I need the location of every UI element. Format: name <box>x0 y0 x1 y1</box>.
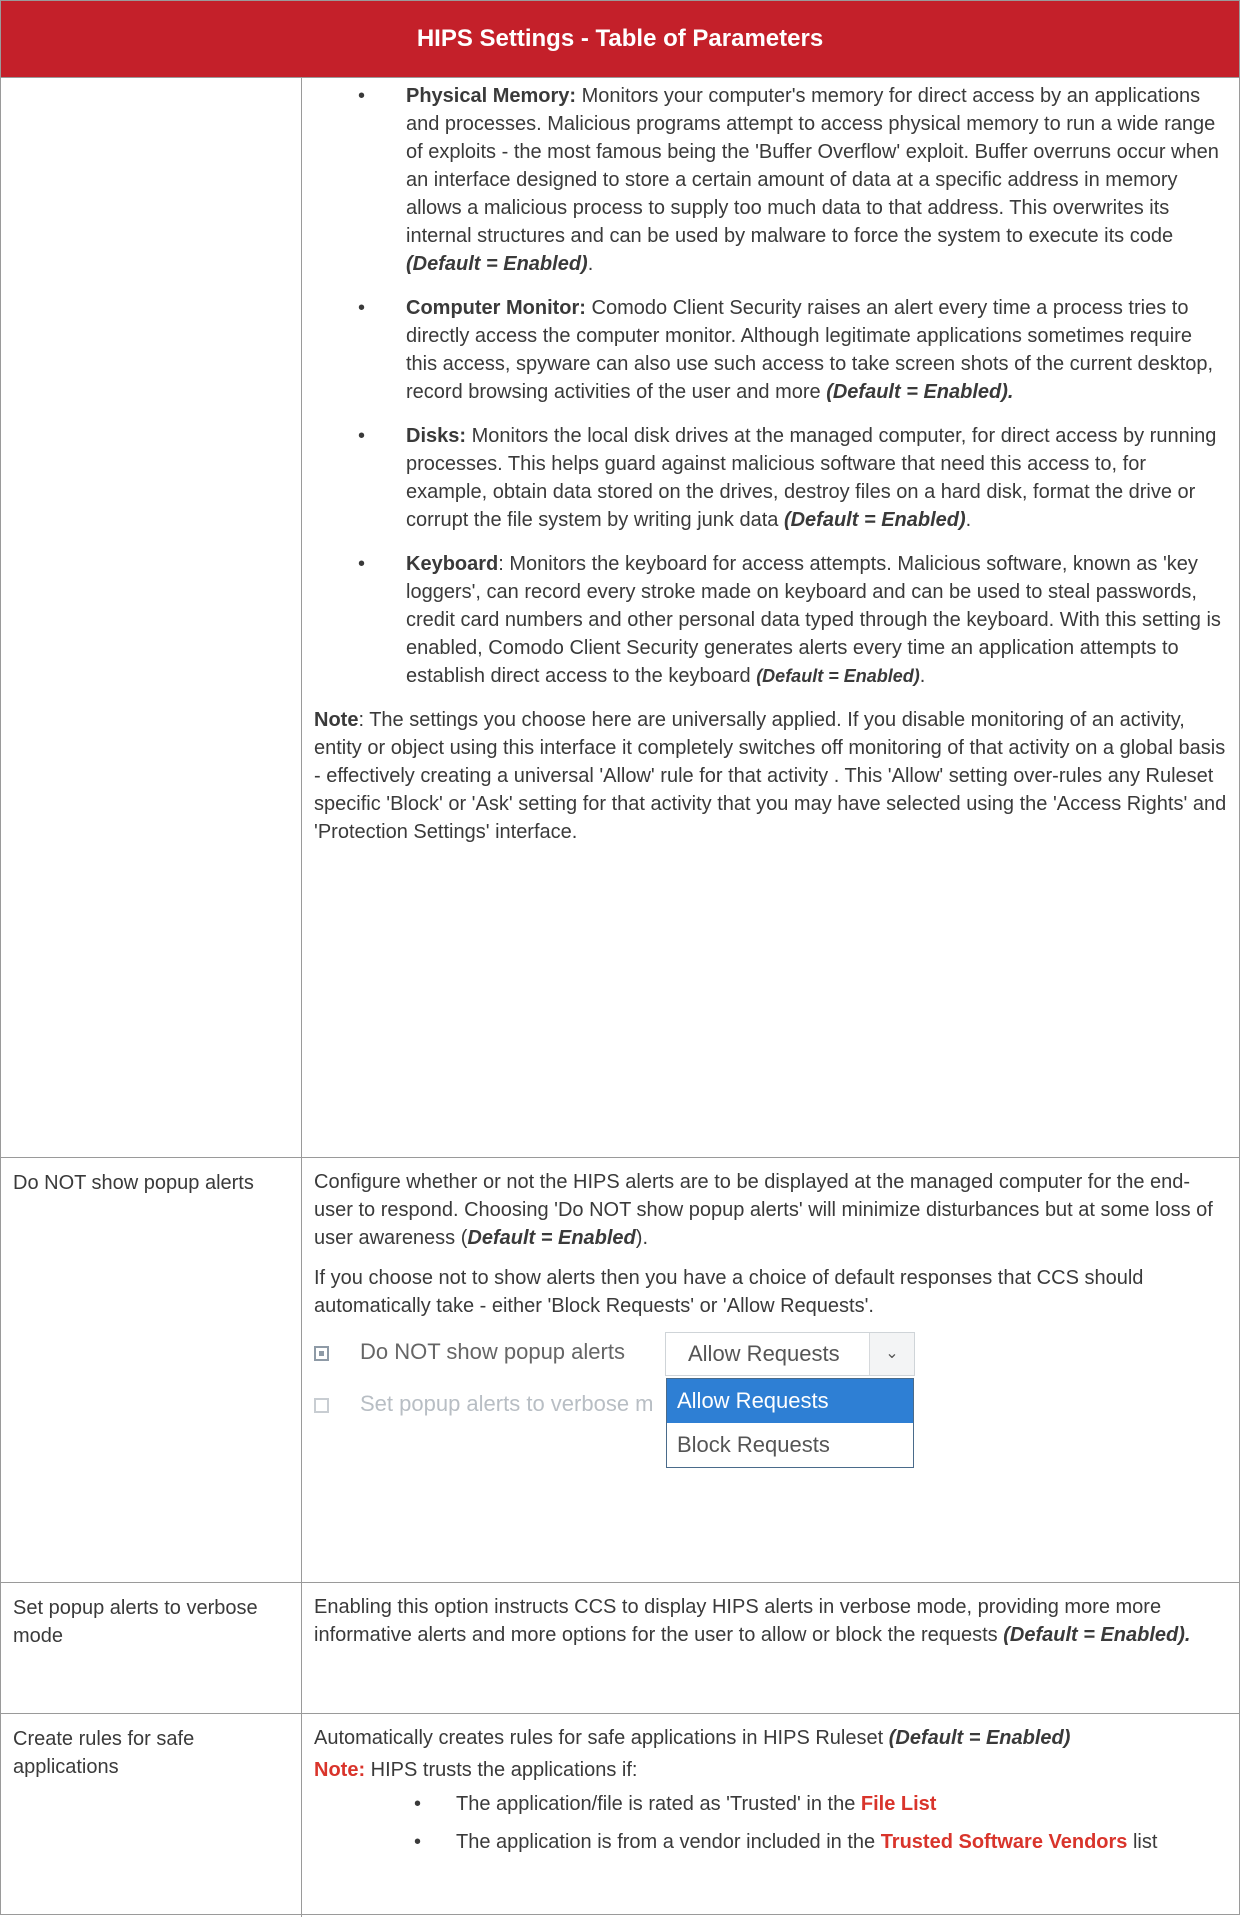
default-value: (Default = Enabled). <box>1003 1624 1191 1646</box>
table-row: Create rules for safe applications Autom… <box>1 1714 1239 1917</box>
trusted-vendors-link[interactable]: Trusted Software Vendors <box>881 1831 1128 1853</box>
bullet-term: Disks: <box>406 425 467 447</box>
note-label: Note: <box>314 1759 366 1781</box>
option-allow-requests[interactable]: Allow Requests <box>667 1379 913 1423</box>
table-header: HIPS Settings - Table of Parameters <box>1 1 1239 78</box>
row-label: Create rules for safe applications <box>13 1728 195 1778</box>
note-paragraph: Note: The settings you choose here are u… <box>314 706 1227 846</box>
bullet-list: Physical Memory: Monitors your computer'… <box>314 82 1227 690</box>
bullet-list: The application/file is rated as 'Truste… <box>314 1790 1227 1856</box>
bullet-tail: . <box>965 509 972 531</box>
row-description-cell: Configure whether or not the HIPS alerts… <box>302 1158 1239 1582</box>
file-list-link[interactable]: File List <box>861 1793 937 1815</box>
response-dropdown-menu: Allow Requests Block Requests <box>666 1378 914 1468</box>
row-label-cell: Set popup alerts to verbose mode <box>1 1583 302 1713</box>
bullet-term: Computer Monitor: <box>406 297 586 319</box>
parameters-table: HIPS Settings - Table of Parameters Phys… <box>0 0 1240 1917</box>
list-item: The application is from a vendor include… <box>314 1828 1227 1856</box>
row-label-cell: Create rules for safe applications <box>1 1714 302 1917</box>
table-row: Physical Memory: Monitors your computer'… <box>1 78 1239 1158</box>
row-description-cell: Automatically creates rules for safe app… <box>302 1714 1239 1917</box>
row-label-cell <box>1 78 302 1157</box>
list-item: Physical Memory: Monitors your computer'… <box>314 82 1227 278</box>
list-text: The application/file is rated as 'Truste… <box>456 1793 861 1815</box>
bullet-tail: . <box>587 253 594 275</box>
default-value: (Default = Enabled) <box>783 509 966 531</box>
default-value: (Default = Enabled). <box>826 381 1014 403</box>
description-tail: ). <box>635 1227 648 1249</box>
description-paragraph: Automatically creates rules for safe app… <box>314 1724 1227 1752</box>
list-item: The application/file is rated as 'Truste… <box>314 1790 1227 1818</box>
description-text: If you choose not to show alerts then yo… <box>314 1267 1144 1317</box>
description-text: Automatically creates rules for safe app… <box>314 1727 889 1749</box>
select-value: Allow Requests <box>688 1341 840 1366</box>
bullet-term: Keyboard <box>406 553 499 575</box>
row-label: Do NOT show popup alerts <box>13 1172 254 1194</box>
bullet-text: Monitors your computer's memory for dire… <box>406 85 1219 247</box>
row-description-cell: Enabling this option instructs CCS to di… <box>302 1583 1239 1713</box>
popup-alerts-screenshot: Do NOT show popup alerts Set popup alert… <box>314 1332 934 1502</box>
table-title: HIPS Settings - Table of Parameters <box>416 25 824 52</box>
description-paragraph: Enabling this option instructs CCS to di… <box>314 1593 1227 1649</box>
verbose-mode-checkbox-label: Set popup alerts to verbose m <box>360 1391 654 1416</box>
table-row: Do NOT show popup alerts Configure wheth… <box>1 1158 1239 1583</box>
bullet-tail: . <box>919 665 926 687</box>
list-item: Computer Monitor: Comodo Client Security… <box>314 294 1227 406</box>
description-paragraph: Configure whether or not the HIPS alerts… <box>314 1168 1227 1252</box>
list-item: Disks: Monitors the local disk drives at… <box>314 422 1227 534</box>
list-item: Keyboard: Monitors the keyboard for acce… <box>314 550 1227 690</box>
row-label: Set popup alerts to verbose mode <box>13 1597 258 1647</box>
default-value: Default = Enabled <box>467 1227 636 1249</box>
note-label: Note <box>314 709 359 731</box>
bullet-term: Physical Memory: <box>406 85 577 107</box>
note-text: HIPS trusts the applications if: <box>365 1759 638 1781</box>
default-value: (Default = Enabled) <box>406 253 588 275</box>
popup-alerts-checkbox-label: Do NOT show popup alerts <box>360 1339 625 1364</box>
verbose-mode-checkbox[interactable] <box>314 1398 329 1413</box>
default-value: (Default = Enabled) <box>888 1727 1071 1749</box>
note-text: : The settings you choose here are unive… <box>314 709 1227 843</box>
option-label: Allow Requests <box>677 1388 829 1413</box>
chevron-down-icon[interactable]: ⌄ <box>869 1333 914 1375</box>
default-response-select[interactable]: Allow Requests ⌄ <box>665 1332 915 1376</box>
default-value: (Default = Enabled) <box>756 666 920 686</box>
option-label: Block Requests <box>677 1432 830 1457</box>
note-paragraph: Note: HIPS trusts the applications if: <box>314 1756 1227 1784</box>
description-paragraph: If you choose not to show alerts then yo… <box>314 1264 1227 1320</box>
row-label-cell: Do NOT show popup alerts <box>1 1158 302 1582</box>
list-tail: list <box>1127 1831 1158 1853</box>
row-description-cell: Physical Memory: Monitors your computer'… <box>302 78 1239 1157</box>
table-row: Set popup alerts to verbose mode Enablin… <box>1 1583 1239 1714</box>
option-block-requests[interactable]: Block Requests <box>667 1423 913 1467</box>
list-text: The application is from a vendor include… <box>456 1831 881 1853</box>
popup-alerts-checkbox[interactable] <box>314 1346 329 1361</box>
description-text: Configure whether or not the HIPS alerts… <box>314 1171 1213 1249</box>
